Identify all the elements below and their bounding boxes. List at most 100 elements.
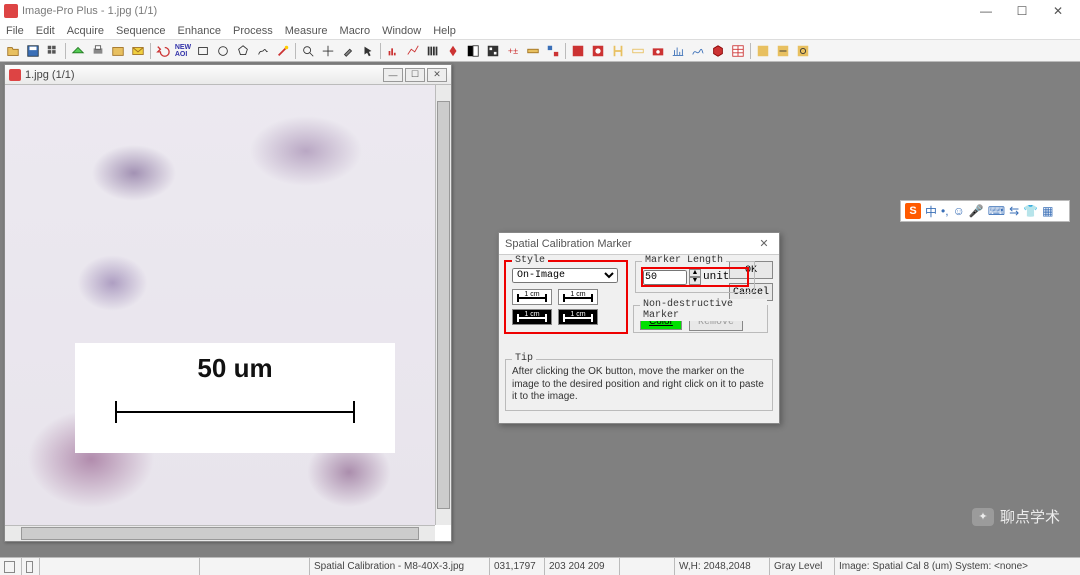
marker-length-group: Marker Length ▲▼ unit	[635, 261, 755, 293]
mail-icon[interactable]	[129, 42, 147, 60]
red-tool1-icon[interactable]	[569, 42, 587, 60]
camera-icon[interactable]	[649, 42, 667, 60]
status-icon-2[interactable]	[26, 561, 33, 573]
ime-lang[interactable]: 中	[925, 203, 937, 220]
wand-icon[interactable]	[274, 42, 292, 60]
non-destructive-marker-group: Non-destructive Marker Color Remove	[633, 305, 768, 333]
ime-more-icon[interactable]: ▦	[1042, 204, 1053, 218]
cube-icon[interactable]	[709, 42, 727, 60]
marker-unit-label: unit	[703, 271, 729, 283]
menu-file[interactable]: File	[6, 25, 24, 37]
image-window-title: 1.jpg (1/1)	[25, 69, 75, 81]
yellow-tool3-icon[interactable]	[794, 42, 812, 60]
table-icon[interactable]	[729, 42, 747, 60]
scanner-icon[interactable]	[69, 42, 87, 60]
yellow-tool1-icon[interactable]	[754, 42, 772, 60]
style-group-label: Style	[512, 255, 548, 266]
ime-switch-icon[interactable]: ⇆	[1009, 204, 1019, 218]
freehand-icon[interactable]	[254, 42, 272, 60]
maximize-button[interactable]: ☐	[1004, 1, 1040, 21]
filter-icon[interactable]	[444, 42, 462, 60]
undo-icon[interactable]	[154, 42, 172, 60]
menu-sequence[interactable]: Sequence	[116, 25, 166, 37]
vertical-scrollbar[interactable]	[435, 85, 451, 525]
open-icon[interactable]	[4, 42, 22, 60]
horizontal-scrollbar[interactable]	[5, 525, 435, 541]
ime-mic-icon[interactable]: 🎤	[969, 204, 984, 218]
segment-icon[interactable]	[484, 42, 502, 60]
watermark-text: 聊点学术	[1000, 506, 1060, 527]
circle-icon[interactable]	[214, 42, 232, 60]
status-icon-1[interactable]	[4, 561, 15, 573]
levels-icon[interactable]	[404, 42, 422, 60]
dialog-title: Spatial Calibration Marker	[505, 238, 632, 250]
image-close-button[interactable]: ✕	[427, 68, 447, 82]
measure-icon[interactable]	[524, 42, 542, 60]
menu-help[interactable]: Help	[433, 25, 456, 37]
style-swatch-3[interactable]: 1 cm	[512, 309, 552, 325]
menu-measure[interactable]: Measure	[285, 25, 328, 37]
menu-process[interactable]: Process	[233, 25, 273, 37]
eyedropper-icon[interactable]	[339, 42, 357, 60]
save-icon[interactable]	[24, 42, 42, 60]
ime-punct[interactable]: •,	[941, 204, 949, 218]
new-aoi-icon[interactable]: NEWAOI	[174, 42, 192, 60]
status-wh: W,H: 2048,2048	[675, 558, 770, 575]
menu-acquire[interactable]: Acquire	[67, 25, 104, 37]
close-button[interactable]: ✕	[1040, 1, 1076, 21]
grid-icon[interactable]	[44, 42, 62, 60]
menu-edit[interactable]: Edit	[36, 25, 55, 37]
menu-bar: File Edit Acquire Sequence Enhance Proce…	[0, 22, 1080, 40]
image-minimize-button[interactable]: —	[383, 68, 403, 82]
menu-macro[interactable]: Macro	[340, 25, 371, 37]
ime-emoji-icon[interactable]: ☺	[953, 204, 965, 218]
pointer-icon[interactable]	[359, 42, 377, 60]
ruler-icon[interactable]	[629, 42, 647, 60]
image-canvas[interactable]: 50 um	[5, 85, 435, 525]
style-swatch-2[interactable]: 1 cm	[558, 289, 598, 305]
marker-length-spinner[interactable]: ▲▼	[689, 269, 701, 285]
dialog-titlebar[interactable]: Spatial Calibration Marker ✕	[499, 233, 779, 255]
app-title: Image-Pro Plus - 1.jpg (1/1)	[22, 5, 157, 17]
ime-keyboard-icon[interactable]: ⌨	[988, 204, 1005, 218]
tip-label: Tip	[512, 353, 536, 366]
watermark: ✦ 聊点学术	[972, 506, 1060, 527]
tag-icon[interactable]	[544, 42, 562, 60]
menu-enhance[interactable]: Enhance	[178, 25, 221, 37]
print-icon[interactable]	[89, 42, 107, 60]
yellow-tool2-icon[interactable]	[774, 42, 792, 60]
style-select[interactable]: On-Image	[512, 268, 618, 283]
style-swatch-4[interactable]: 1 cm	[558, 309, 598, 325]
red-tool2-icon[interactable]	[589, 42, 607, 60]
count-icon[interactable]: +±	[504, 42, 522, 60]
threshold-icon[interactable]	[464, 42, 482, 60]
histogram-icon[interactable]	[384, 42, 402, 60]
minimize-button[interactable]: —	[968, 1, 1004, 21]
folder-icon[interactable]	[109, 42, 127, 60]
menu-window[interactable]: Window	[382, 25, 421, 37]
scale-bar-tick-left	[115, 401, 117, 423]
scale-bar-overlay: 50 um	[75, 343, 395, 453]
rect-icon[interactable]	[194, 42, 212, 60]
ime-skin-icon[interactable]: 👕	[1023, 204, 1038, 218]
wechat-icon: ✦	[972, 508, 994, 526]
sogou-icon[interactable]: S	[905, 203, 921, 219]
equalize-icon[interactable]	[424, 42, 442, 60]
style-swatch-1[interactable]: 1 cm	[512, 289, 552, 305]
caliper-icon[interactable]	[609, 42, 627, 60]
zoom-icon[interactable]	[299, 42, 317, 60]
app-titlebar: Image-Pro Plus - 1.jpg (1/1) — ☐ ✕	[0, 0, 1080, 22]
polygon-icon[interactable]	[234, 42, 252, 60]
scale-bar-line	[115, 411, 355, 413]
chart-icon[interactable]	[669, 42, 687, 60]
spatial-calibration-dialog: Spatial Calibration Marker ✕ OK Cancel S…	[498, 232, 780, 424]
image-maximize-button[interactable]: ☐	[405, 68, 425, 82]
microscopy-image	[5, 85, 435, 525]
ime-toolbar[interactable]: S 中 •, ☺ 🎤 ⌨ ⇆ 👕 ▦	[900, 200, 1070, 222]
dialog-close-button[interactable]: ✕	[755, 236, 773, 252]
marker-length-input[interactable]	[643, 270, 687, 285]
pan-icon[interactable]	[319, 42, 337, 60]
profile-icon[interactable]	[689, 42, 707, 60]
toolbar: NEWAOI +±	[0, 40, 1080, 62]
image-window-titlebar[interactable]: 1.jpg (1/1) — ☐ ✕	[5, 65, 451, 85]
